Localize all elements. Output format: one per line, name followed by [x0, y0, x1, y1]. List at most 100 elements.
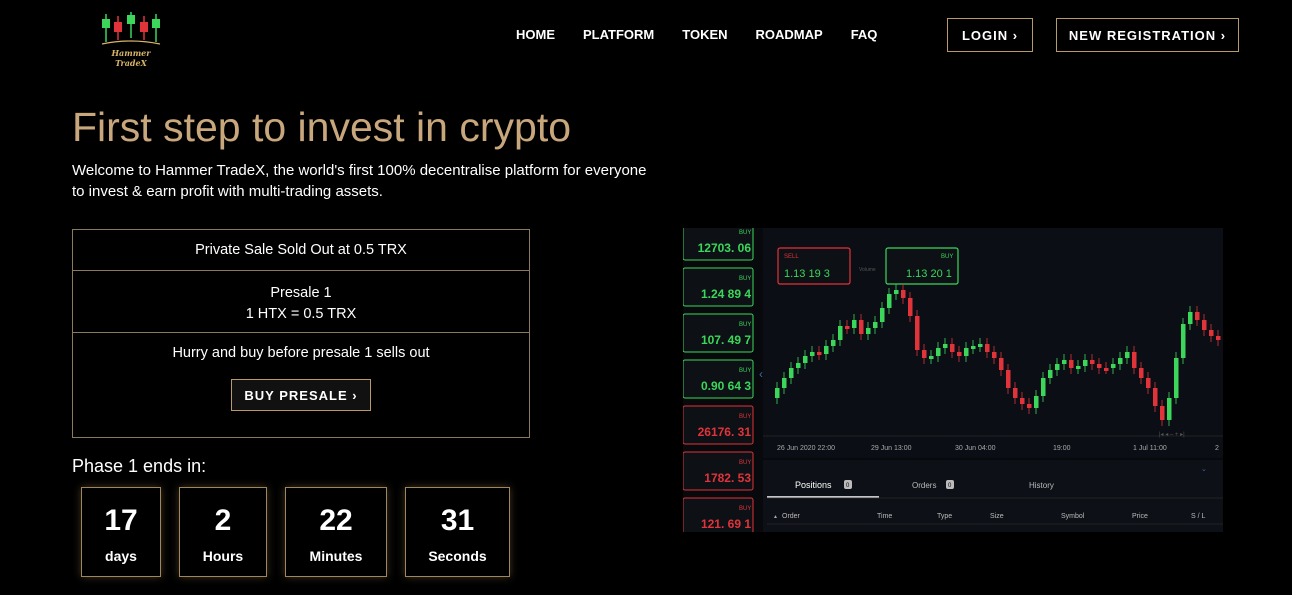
candle-body — [936, 348, 941, 356]
candle-body — [866, 328, 871, 334]
candle-body — [978, 344, 983, 347]
candle-body — [894, 290, 899, 294]
countdown-value: 17 — [104, 504, 138, 537]
candle-body — [852, 320, 857, 328]
nav-platform[interactable]: PLATFORM — [583, 27, 654, 42]
candle-body — [1209, 330, 1214, 336]
presale-info-box: Private Sale Sold Out at 0.5 TRX Presale… — [72, 229, 530, 438]
positions-column-header: Symbol — [1061, 513, 1085, 520]
candle-body — [1048, 370, 1053, 378]
private-sale-row: Private Sale Sold Out at 0.5 TRX — [73, 230, 529, 271]
candle-body — [943, 344, 948, 348]
countdown-hours: 2 Hours — [179, 487, 267, 577]
side-quote-tag: BUY — [739, 276, 751, 282]
candle-body — [1090, 360, 1095, 364]
candle-body — [929, 356, 934, 359]
candle-body — [1174, 358, 1179, 398]
candle-body — [999, 358, 1004, 370]
time-axis-label: 19:00 — [1053, 445, 1071, 452]
side-quote-tag: BUY — [739, 230, 751, 236]
page: Hammer TradeX HOME PLATFORM TOKEN ROADMA… — [0, 0, 1292, 595]
side-quote-tag: BUY — [739, 460, 751, 466]
side-quote-tag: BUY — [739, 322, 751, 328]
brand-logo[interactable]: Hammer TradeX — [98, 10, 164, 68]
candle-body — [950, 344, 955, 352]
countdown-label: Seconds — [428, 548, 487, 564]
candle-body — [908, 298, 913, 316]
new-registration-button[interactable]: NEW REGISTRATION › — [1056, 18, 1239, 52]
candle-body — [1013, 388, 1018, 398]
time-axis-label: 29 Jun 13:00 — [871, 445, 912, 452]
candle-body — [803, 356, 808, 363]
candle-body — [1006, 370, 1011, 388]
candle-body — [1146, 378, 1151, 388]
candle-body — [957, 352, 962, 356]
side-quote-price: 26176. 31 — [698, 425, 752, 439]
hurry-text: Hurry and buy before presale 1 sells out — [172, 345, 430, 361]
nav-home[interactable]: HOME — [516, 27, 555, 42]
countdown-value: 22 — [319, 504, 353, 537]
candle-body — [992, 352, 997, 358]
side-quote-price: 1.24 89 4 — [701, 287, 751, 301]
nav-token[interactable]: TOKEN — [682, 27, 727, 42]
candle-body — [971, 346, 976, 349]
chart-zoom-controls-icon[interactable]: |◂ ◂ – + ▸| — [1159, 432, 1185, 438]
countdown-seconds: 31 Seconds — [405, 487, 510, 577]
candle-body — [1125, 352, 1130, 358]
side-quote-price: 1782. 53 — [704, 471, 751, 485]
candle-body — [880, 308, 885, 322]
side-quote-price: 12703. 06 — [698, 241, 752, 255]
hero-title: First step to invest in crypto — [72, 104, 572, 150]
countdown-value: 2 — [214, 504, 232, 537]
buy-quote-price: 1.13 20 1 — [906, 268, 952, 280]
countdown-label: Hours — [202, 548, 244, 564]
candle-body — [1188, 312, 1193, 324]
candle-body — [1181, 324, 1186, 358]
candle-body — [1153, 388, 1158, 406]
countdown-minutes: 22 Minutes — [285, 487, 387, 577]
candle-body — [985, 344, 990, 352]
presale-title: Presale 1 — [270, 285, 332, 301]
side-quote-price: 0.90 64 3 — [701, 379, 751, 393]
candle-body — [782, 378, 787, 388]
tab-positions[interactable]: Positions — [795, 480, 832, 490]
candle-body — [1118, 358, 1123, 364]
presale-rate: 1 HTX = 0.5 TRX — [245, 306, 357, 322]
sort-up-icon: ▲ — [773, 514, 778, 520]
time-axis-label: 2 — [1215, 445, 1219, 452]
candle-body — [1020, 398, 1025, 404]
phase-countdown-heading: Phase 1 ends in: — [72, 456, 207, 476]
nav-faq[interactable]: FAQ — [851, 27, 878, 42]
candle-body — [1104, 368, 1109, 371]
presale-row: Presale 1 1 HTX = 0.5 TRX — [73, 271, 529, 333]
countdown-label: Minutes — [309, 548, 363, 564]
candle-body — [1160, 406, 1165, 420]
sell-quote-price: 1.13 19 3 — [784, 268, 830, 280]
side-quote-tag: BUY — [739, 414, 751, 420]
candle-body — [887, 294, 892, 308]
candle-body — [1083, 360, 1088, 366]
candle-body — [1076, 366, 1081, 369]
time-axis-label: 1 Jul 11:00 — [1133, 445, 1167, 452]
positions-column-header: Price — [1132, 513, 1148, 520]
candle-body — [1055, 364, 1060, 370]
trading-screen-image: BUY 12703. 06 BUY 1.24 89 4 BUY 107. 49 7 BUY 0… — [683, 228, 1223, 532]
positions-column-header: Size — [990, 513, 1004, 520]
positions-column-header: S / L — [1191, 513, 1206, 520]
sell-quote-tag: SELL — [784, 254, 799, 260]
tab-orders[interactable]: Orders — [912, 481, 936, 490]
candle-body — [789, 368, 794, 378]
login-button[interactable]: LOGIN › — [947, 18, 1033, 52]
candle-body — [915, 316, 920, 350]
trading-screen-svg: BUY 12703. 06 BUY 1.24 89 4 BUY 107. 49 7 BUY 0… — [683, 228, 1223, 532]
buy-presale-button[interactable]: BUY PRESALE › — [231, 379, 371, 411]
tab-history[interactable]: History — [1029, 481, 1054, 490]
main-nav: HOME PLATFORM TOKEN ROADMAP FAQ — [516, 27, 905, 42]
positions-column-header: Type — [937, 513, 952, 520]
nav-roadmap[interactable]: ROADMAP — [756, 27, 823, 42]
chevron-down-icon[interactable]: ⌄ — [1201, 466, 1207, 473]
candlestick-logo-icon — [101, 12, 161, 45]
time-axis-label: 26 Jun 2020 22:00 — [777, 445, 835, 452]
buy-quote-tag: BUY — [941, 254, 953, 260]
time-axis-label: 30 Jun 04:00 — [955, 445, 996, 452]
